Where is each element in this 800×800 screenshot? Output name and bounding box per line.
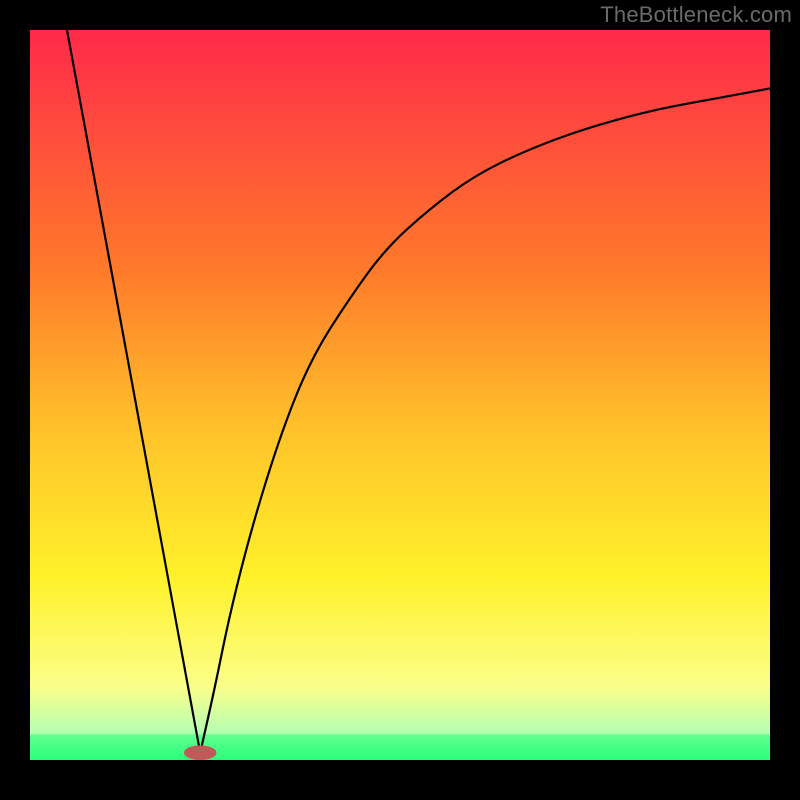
chart-svg bbox=[30, 30, 770, 760]
chart-frame: TheBottleneck.com bbox=[0, 0, 800, 800]
green-baseline-band bbox=[30, 734, 770, 760]
plot-area bbox=[30, 30, 770, 760]
background-gradient bbox=[30, 30, 770, 760]
minimum-marker bbox=[184, 745, 217, 760]
watermark-label: TheBottleneck.com bbox=[600, 2, 792, 28]
